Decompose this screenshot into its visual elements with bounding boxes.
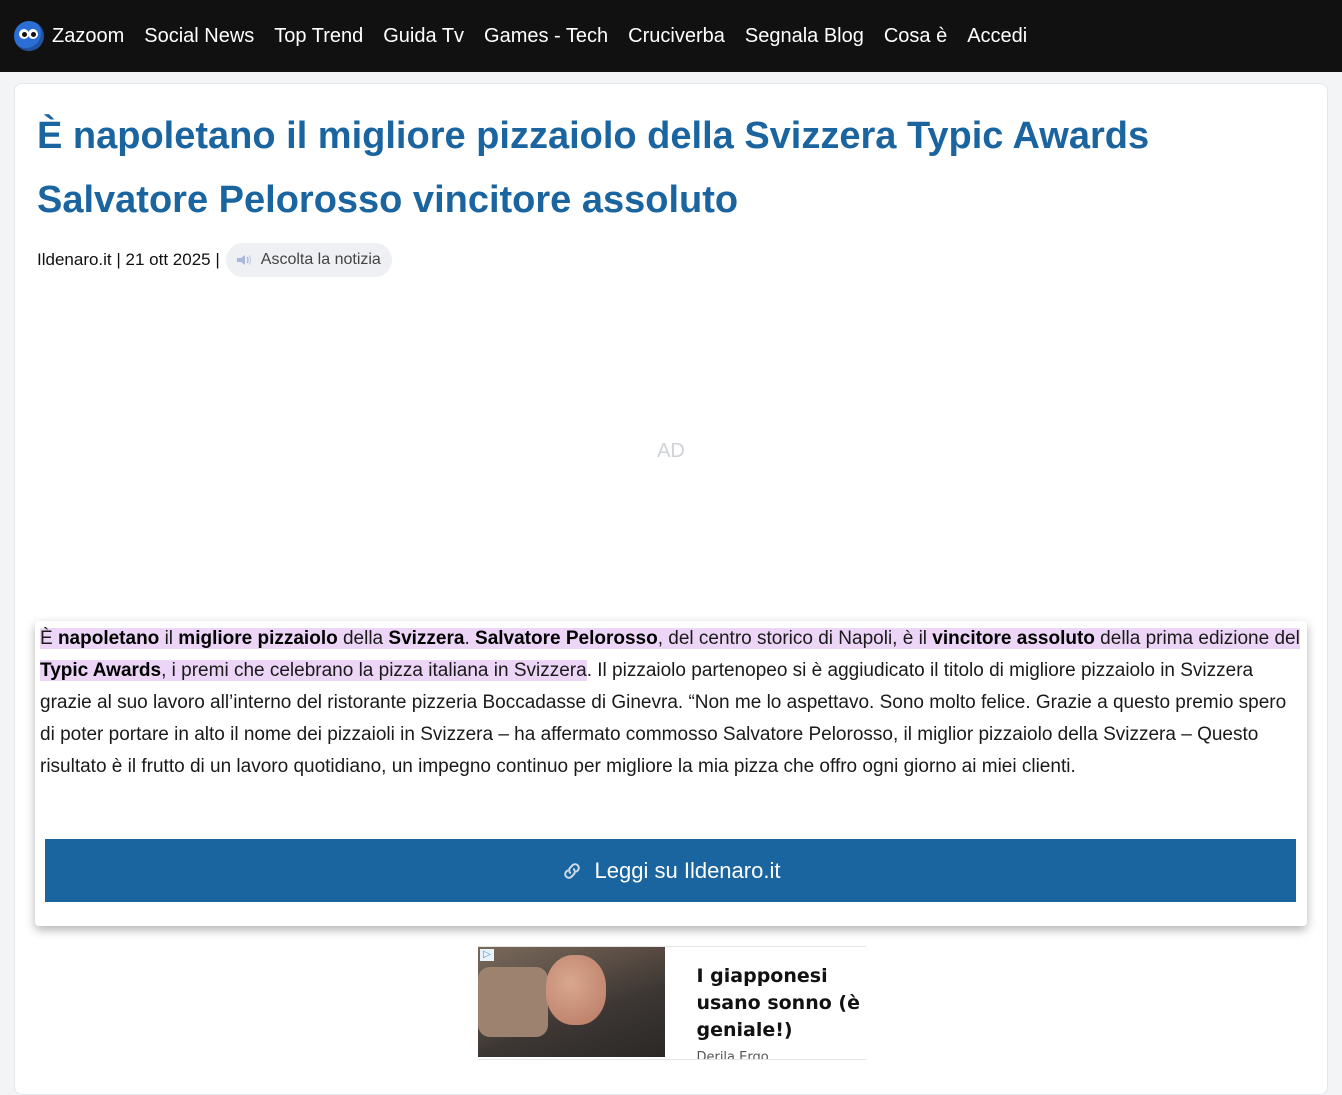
- listen-button[interactable]: Ascolta la notizia: [225, 243, 392, 277]
- nav-item-zazoom[interactable]: Zazoom: [52, 25, 124, 48]
- ad-label: AD: [657, 440, 685, 462]
- nav-item-segnala-blog[interactable]: Segnala Blog: [745, 25, 864, 48]
- article-meta: Ildenaro.it | 21 ott 2025 | Ascolta la n…: [37, 242, 392, 278]
- body-text: della prima edizione del: [1094, 628, 1300, 649]
- keyword: napoletano: [57, 628, 160, 649]
- body-text: , i premi che celebrano la pizza italian…: [161, 660, 587, 681]
- nav-item-social-news[interactable]: Social News: [144, 25, 254, 48]
- article-excerpt-box: È napoletano il migliore pizzaiolo della…: [35, 621, 1307, 926]
- body-text: della: [337, 628, 389, 649]
- read-source-label: Leggi su Ildenaro.it: [594, 857, 781, 883]
- body-text: , del centro storico di Napoli, è il: [657, 628, 933, 649]
- nav-item-games-tech[interactable]: Games - Tech: [484, 25, 608, 48]
- nav-item-accedi[interactable]: Accedi: [967, 25, 1027, 48]
- sponsored-source: Derila Ergo: [696, 1050, 769, 1059]
- sponsored-image: ▷: [478, 947, 666, 1057]
- keyword: Salvatore Pelorosso: [475, 628, 658, 649]
- keyword: Typic Awards: [40, 660, 162, 681]
- adchoices-icon[interactable]: ▷: [480, 949, 494, 961]
- body-text: .: [464, 628, 476, 649]
- keyword: vincitore assoluto: [932, 628, 1095, 649]
- ad-placeholder: AD: [15, 284, 1327, 619]
- speaker-icon: [236, 255, 251, 265]
- article-body: È napoletano il migliore pizzaiolo della…: [40, 623, 1300, 783]
- nav-item-top-trend[interactable]: Top Trend: [274, 25, 363, 48]
- top-navbar: Zazoom Social News Top Trend Guida Tv Ga…: [0, 0, 1342, 72]
- meta-separator: |: [210, 250, 220, 269]
- nav-item-guida-tv[interactable]: Guida Tv: [383, 25, 464, 48]
- keyword: Svizzera: [388, 628, 465, 649]
- article-title: È napoletano il migliore pizzaiolo della…: [37, 115, 1150, 221]
- article-card: È napoletano il migliore pizzaiolo della…: [14, 83, 1328, 1095]
- nav-item-cruciverba[interactable]: Cruciverba: [628, 25, 725, 48]
- site-logo[interactable]: Zazoom: [14, 21, 144, 51]
- sponsored-ad[interactable]: ▷ I giapponesi usano sonno (è geniale!) …: [478, 946, 866, 1060]
- read-source-button[interactable]: Leggi su Ildenaro.it: [45, 839, 1296, 902]
- link-icon: [563, 862, 580, 879]
- listen-label: Ascolta la notizia: [260, 251, 381, 268]
- article-source[interactable]: Ildenaro.it: [37, 250, 112, 270]
- meta-separator: |: [111, 250, 126, 269]
- nav-item-cosa-e[interactable]: Cosa è: [884, 25, 947, 48]
- body-text: È: [40, 628, 58, 649]
- article-date: 21 ott 2025: [125, 250, 211, 269]
- body-text: il: [159, 628, 179, 649]
- zazoom-logo-icon: [14, 21, 44, 51]
- keyword: migliore pizzaiolo: [178, 628, 338, 649]
- sponsored-headline[interactable]: I giapponesi usano sonno (è geniale!): [696, 963, 866, 1044]
